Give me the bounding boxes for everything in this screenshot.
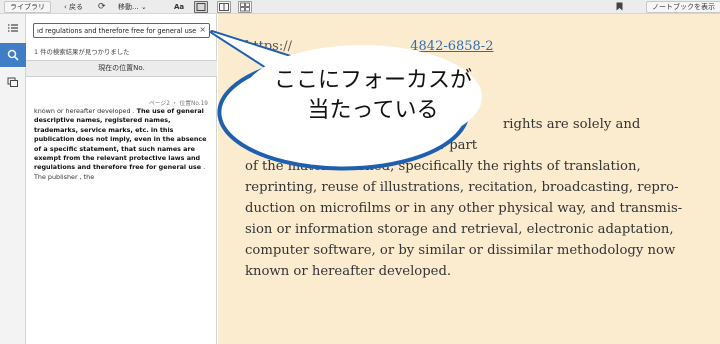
move-menu[interactable]: 移動... ⌄ [118,1,147,13]
doi-prefix: https:// [245,39,292,54]
grid-view-icon[interactable] [238,1,252,13]
search-result-count: 1 件の検索結果が見つかりました [34,48,130,56]
chevron-left-icon: ‹ [64,3,67,11]
single-page-view-icon[interactable] [194,1,208,13]
table-of-contents-icon[interactable] [0,16,26,40]
library-button[interactable]: ライブラリ [4,1,51,13]
text-line: sion or information storage and retrieva… [245,222,674,237]
top-toolbar: ライブラリ ‹ 戻る ⟳ 移動... ⌄ Aa ノートブックを表示 [0,0,720,14]
text-line: reprinting, reuse of illustrations, reci… [245,180,679,195]
left-icon-rail [0,14,26,344]
flashcards-icon[interactable] [0,70,26,94]
back-label: 戻る [69,3,84,11]
location-column-header: 現在の位置No. [26,60,217,77]
search-panel: × 1 件の検索結果が見つかりました 現在の位置No. ページ2 ・ 位置No.… [26,14,217,344]
move-label: 移動... [118,3,139,11]
back-button[interactable]: ‹ 戻る [64,1,83,13]
sync-icon[interactable]: ⟳ [98,1,106,13]
chevron-down-icon: ⌄ [140,3,147,11]
book-body-text: rights are solely and exc her, whether t… [245,114,705,282]
result-context-before: known or hereafter developed . [34,107,137,115]
doi-line: https:// 4842-6858-2 [245,39,493,54]
search-result-item[interactable]: known or hereafter developed . The use o… [34,107,212,182]
book-reader-pane: https:// 4842-6858-2 rights are solely a… [218,14,720,344]
show-notebook-button[interactable]: ノートブックを表示 [646,1,720,13]
search-icon[interactable] [0,43,26,67]
text-line: known or hereafter developed. [245,264,452,279]
text-line: computer software, or by similar or diss… [245,243,676,258]
text-line: duction on microfilms or in any other ph… [245,201,683,216]
doi-link[interactable]: 4842-6858-2 [410,39,493,54]
callout-text: ここにフォーカスが 当たっている [248,66,498,126]
bookmark-icon[interactable] [616,2,623,14]
callout-line-1: ここにフォーカスが [273,68,472,93]
two-page-view-icon[interactable] [217,1,231,13]
result-match-text: The use of general descriptive names, re… [34,107,207,172]
search-box: × [33,23,210,38]
search-result-location: ページ2 ・ 位置No.19 [148,101,208,107]
search-input[interactable] [37,25,197,36]
font-settings-button[interactable]: Aa [174,1,184,13]
clear-search-icon[interactable]: × [199,25,206,35]
text-line: of the materia cerned, specifically the … [245,159,641,174]
callout-line-2: 当たっている [307,98,439,123]
text-line: exc her, whether the whole or part [245,138,478,153]
